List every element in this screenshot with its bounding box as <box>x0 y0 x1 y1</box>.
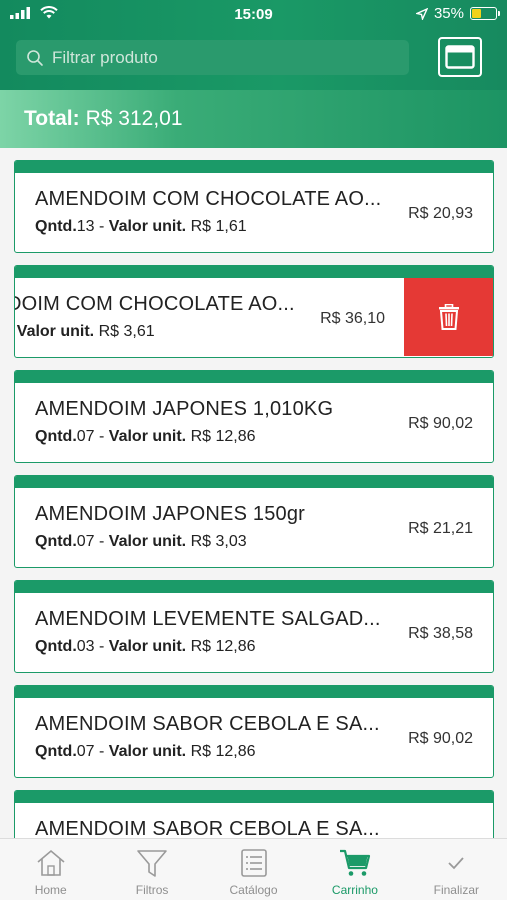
qty-value: 03 <box>76 638 95 655</box>
status-bar: 15:09 35% <box>0 0 507 30</box>
item-name: AMENDOIM LEVEMENTE SALGAD... <box>35 608 381 630</box>
meta-sep: - <box>94 533 109 550</box>
item-name: AMENDOIM SABOR CEBOLA E SA... <box>35 818 380 838</box>
total-bar: Total: R$ 312,01 <box>0 90 507 148</box>
list-item[interactable]: AMENDOIM LEVEMENTE SALGAD... Qntd.03 - V… <box>14 580 494 673</box>
tab-label: Catálogo <box>229 883 278 897</box>
unit-price: R$ 3,03 <box>190 533 247 550</box>
item-meta: Qntd.07 - Valor unit. R$ 12,86 <box>35 743 256 761</box>
search-input[interactable] <box>52 47 392 68</box>
tab-label: Home <box>34 883 67 897</box>
list-item[interactable]: AMENDOIM COM CHOCOLATE AO... Qntd.13 - V… <box>14 160 494 253</box>
check-icon <box>448 857 464 870</box>
tab-bar: Home Filtros Catálogo Carrinho Finalizar <box>0 838 507 900</box>
item-meta: Qntd.03 - Valor unit. R$ 12,86 <box>35 638 256 656</box>
catalog-icon <box>240 849 267 877</box>
item-meta: Qntd.13 - Valor unit. R$ 1,61 <box>35 218 247 236</box>
unit-price: R$ 12,86 <box>190 428 256 445</box>
window-icon <box>445 45 475 69</box>
total-value: R$ 312,01 <box>85 107 183 130</box>
list-item[interactable]: AMENDOIM SABOR CEBOLA E SA... Qntd.07 - … <box>14 685 494 778</box>
card-stripe <box>15 581 493 593</box>
unit-label: Valor unit. <box>108 533 187 550</box>
view-toggle-button[interactable] <box>438 37 482 77</box>
tab-catalogo[interactable]: Catálogo <box>203 839 304 900</box>
item-total: R$ 21,21 <box>408 520 473 537</box>
qty-value: 07 <box>76 743 95 760</box>
search-icon <box>27 49 43 66</box>
unit-label: - Valor unit. <box>14 323 95 340</box>
home-icon <box>37 849 65 876</box>
delete-button[interactable] <box>404 278 493 356</box>
item-total: R$ 36,10 <box>320 310 385 327</box>
header: 15:09 35% Total: R$ 312,01 <box>0 0 507 148</box>
filter-icon <box>137 850 167 877</box>
qty-value: 13 <box>76 218 95 235</box>
unit-price: R$ 1,61 <box>190 218 247 235</box>
unit-price: R$ 12,86 <box>190 743 256 760</box>
item-meta: Qntd.07 - Valor unit. R$ 3,03 <box>35 533 247 551</box>
unit-label: Valor unit. <box>108 638 187 655</box>
battery-icon <box>470 7 500 20</box>
item-total: R$ 90,02 <box>408 415 473 432</box>
qty-label: Qntd. <box>35 533 77 550</box>
card-stripe <box>15 266 493 278</box>
location-icon <box>415 7 428 20</box>
meta-sep: - <box>94 218 109 235</box>
tab-filtros[interactable]: Filtros <box>101 839 202 900</box>
card-stripe <box>15 686 493 698</box>
meta-sep: - <box>94 743 109 760</box>
meta-sep: - <box>94 428 109 445</box>
tab-home[interactable]: Home <box>0 839 101 900</box>
unit-label: Valor unit. <box>108 428 187 445</box>
card-stripe <box>15 161 493 173</box>
item-total: R$ 38,58 <box>408 625 473 642</box>
qty-label: Qntd. <box>35 638 77 655</box>
card-stripe <box>15 476 493 488</box>
unit-price: R$ 12,86 <box>190 638 256 655</box>
list-item[interactable]: AMENDOIM JAPONES 1,010KG Qntd.07 - Valor… <box>14 370 494 463</box>
card-stripe <box>15 791 493 803</box>
qty-label: Qntd. <box>35 218 77 235</box>
item-name: AMENDOIM SABOR CEBOLA E SA... <box>35 713 380 735</box>
qty-label: Qntd. <box>35 428 77 445</box>
battery-level <box>472 9 481 18</box>
tab-carrinho[interactable]: Carrinho <box>304 839 405 900</box>
trash-icon <box>438 304 459 330</box>
item-total: R$ 20,93 <box>408 205 473 222</box>
qty-label: Qntd. <box>35 743 77 760</box>
list-item[interactable]: AMENDOIM JAPONES 150gr Qntd.07 - Valor u… <box>14 475 494 568</box>
item-name: AMENDOIM JAPONES 150gr <box>35 503 306 525</box>
battery-percent: 35% <box>433 5 464 22</box>
item-name: DOIM COM CHOCOLATE AO... <box>14 293 295 315</box>
meta-sep: - <box>94 638 109 655</box>
list-item[interactable]: AMENDOIM SABOR CEBOLA E SA... <box>14 790 494 838</box>
item-name: AMENDOIM COM CHOCOLATE AO... <box>35 188 382 210</box>
qty-value: 07 <box>76 533 95 550</box>
search-box[interactable] <box>16 40 409 75</box>
card-stripe <box>15 371 493 383</box>
unit-label: Valor unit. <box>108 218 187 235</box>
unit-price: R$ 3,61 <box>94 323 155 340</box>
tab-label: Finalizar <box>433 883 479 897</box>
list-item-swiped[interactable]: DOIM COM CHOCOLATE AO... - Valor unit. R… <box>14 265 494 358</box>
qty-value: 07 <box>76 428 95 445</box>
unit-label: Valor unit. <box>108 743 187 760</box>
item-meta: Qntd.07 - Valor unit. R$ 12,86 <box>35 428 256 446</box>
item-name: AMENDOIM JAPONES 1,010KG <box>35 398 334 420</box>
item-total: R$ 90,02 <box>408 730 473 747</box>
tab-label: Carrinho <box>331 883 378 897</box>
tab-label: Filtros <box>135 883 169 897</box>
cart-icon <box>339 849 371 876</box>
tab-finalizar[interactable]: Finalizar <box>406 839 507 900</box>
cart-list: AMENDOIM COM CHOCOLATE AO... Qntd.13 - V… <box>0 148 507 838</box>
total-label: Total: <box>24 107 80 130</box>
item-meta: - Valor unit. R$ 3,61 <box>14 323 155 341</box>
